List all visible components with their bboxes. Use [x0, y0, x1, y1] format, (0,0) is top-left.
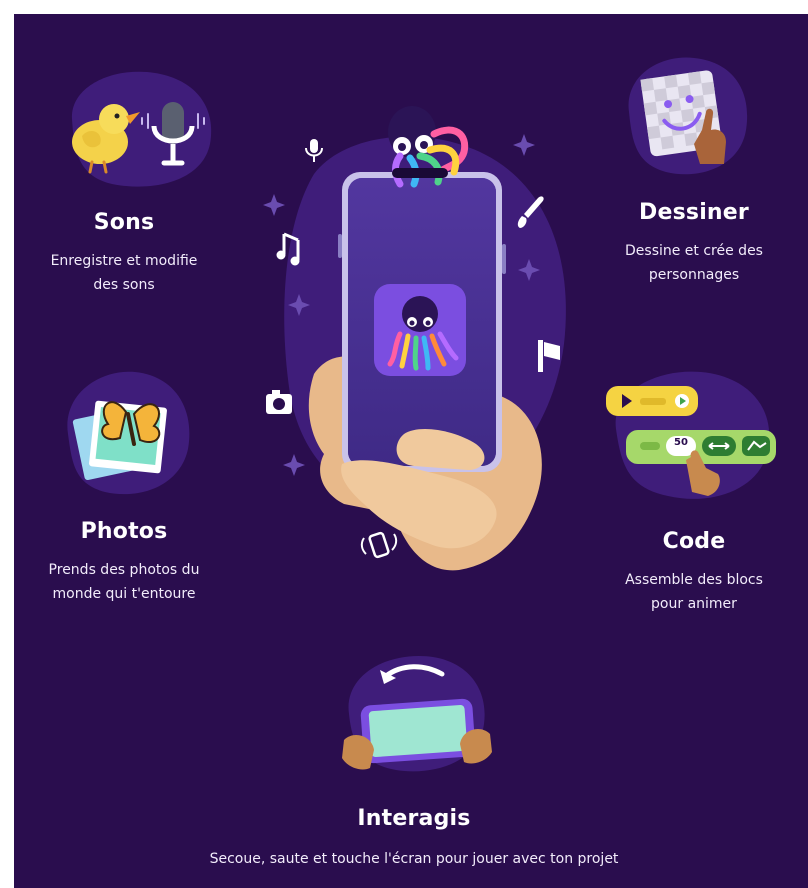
feature-code: Code Assemble des blocs pour animer — [594, 529, 794, 616]
interagis-title: Interagis — [357, 806, 471, 831]
code-description: Assemble des blocs pour animer — [625, 572, 763, 612]
camera-icon — [266, 390, 292, 414]
interagis-description: Secoue, saute et touche l'écran pour jou… — [209, 851, 619, 867]
hero-illustration — [254, 94, 594, 584]
features-panel: Sons Enregistre et modifie des sons Dess… — [14, 14, 808, 888]
octopus-app-icon — [374, 284, 466, 376]
dessiner-description: Dessine et crée des personnages — [625, 243, 763, 283]
sons-title: Sons — [93, 210, 155, 235]
sons-illustration — [52, 64, 222, 194]
feature-dessiner: Dessiner Dessine et crée des personnages — [599, 200, 789, 287]
dessiner-title: Dessiner — [639, 200, 749, 225]
dessiner-illustration — [614, 52, 754, 182]
shake-phone-icon — [360, 531, 398, 559]
mic-small-icon — [305, 139, 323, 162]
photos-description: Prends des photos du monde qui t'entoure — [48, 562, 200, 602]
tablet-hands-icon — [342, 698, 492, 770]
feature-photos: Photos Prends des photos du monde qui t'… — [24, 519, 224, 606]
feature-interagis: Interagis Secoue, saute et touche l'écra… — [114, 806, 714, 871]
feature-sons: Sons Enregistre et modifie des sons — [34, 210, 214, 297]
photos-illustration — [50, 364, 200, 504]
code-title: Code — [662, 529, 726, 554]
code-block-value: 50 — [674, 437, 688, 448]
interagis-illustration — [324, 644, 504, 784]
photos-title: Photos — [80, 519, 168, 544]
sons-description: Enregistre et modifie des sons — [50, 253, 198, 293]
